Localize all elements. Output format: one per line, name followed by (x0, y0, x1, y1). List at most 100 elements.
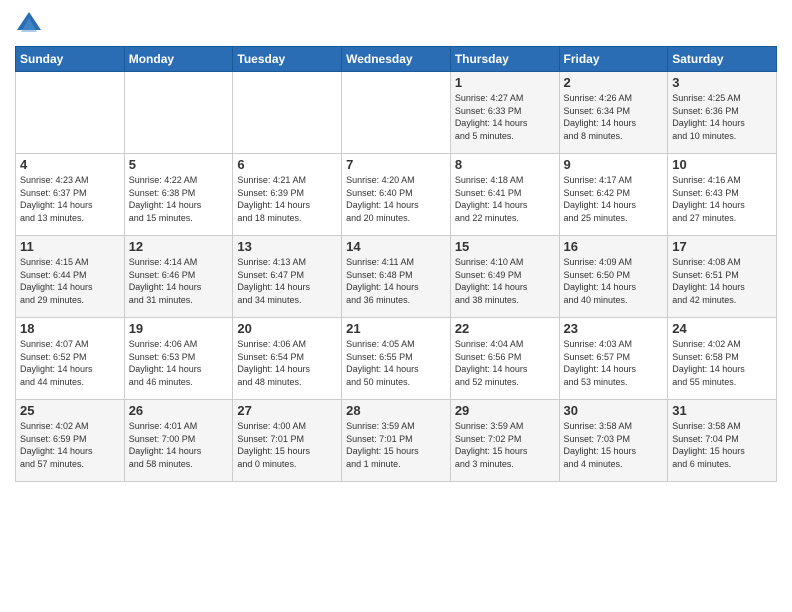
day-cell: 16 Sunrise: 4:09 AM Sunset: 6:50 PM Dayli… (559, 236, 668, 318)
day-number: 10 (672, 157, 772, 172)
day-cell: 13 Sunrise: 4:13 AM Sunset: 6:47 PM Dayli… (233, 236, 342, 318)
day-cell: 3Sunrise: 4:25 AM Sunset: 6:36 PM Daylig… (668, 72, 777, 154)
day-cell: 22Sunrise: 4:04 AM Sunset: 6:56 PM Dayli… (450, 318, 559, 400)
day-info: Sunrise: 4:05 AM Sunset: 6:55 PM Dayligh… (346, 338, 446, 388)
day-cell: 11Sunrise: 4:15 AM Sunset: 6:44 PM Dayli… (16, 236, 125, 318)
day-cell: 2Sunrise: 4:26 AM Sunset: 6:34 PM Daylig… (559, 72, 668, 154)
week-row-5: 25 Sunrise: 4:02 AM Sunset: 6:59 PM Dayli… (16, 400, 777, 482)
day-info: Sunrise: 4:02 AM Sunset: 6:59 PM Dayligh… (20, 420, 120, 470)
day-number: 9 (564, 157, 664, 172)
day-cell: 5 Sunrise: 4:22 AM Sunset: 6:38 PM Daylig… (124, 154, 233, 236)
day-number: 29 (455, 403, 555, 418)
day-info: Sunrise: 4:06 AM Sunset: 6:53 PM Dayligh… (129, 338, 229, 388)
day-number: 12 (129, 239, 229, 254)
weekday-thursday: Thursday (450, 47, 559, 72)
day-info: Sunrise: 4:04 AM Sunset: 6:56 PM Dayligh… (455, 338, 555, 388)
week-row-1: 1 Sunrise: 4:27 AM Sunset: 6:33 PM Daylig… (16, 72, 777, 154)
day-cell (342, 72, 451, 154)
day-info: Sunrise: 4:27 AM Sunset: 6:33 PM Dayligh… (455, 92, 555, 142)
calendar: SundayMondayTuesdayWednesdayThursdayFrid… (15, 46, 777, 482)
day-cell: 8 Sunrise: 4:18 AM Sunset: 6:41 PM Daylig… (450, 154, 559, 236)
day-cell: 12Sunrise: 4:14 AM Sunset: 6:46 PM Dayli… (124, 236, 233, 318)
day-cell: 10 Sunrise: 4:16 AM Sunset: 6:43 PM Dayli… (668, 154, 777, 236)
day-info: Sunrise: 4:25 AM Sunset: 6:36 PM Dayligh… (672, 92, 772, 142)
day-number: 1 (455, 75, 555, 90)
day-number: 16 (564, 239, 664, 254)
day-cell: 28 Sunrise: 3:59 AM Sunset: 7:01 PM Dayli… (342, 400, 451, 482)
day-info: Sunrise: 4:03 AM Sunset: 6:57 PM Dayligh… (564, 338, 664, 388)
weekday-sunday: Sunday (16, 47, 125, 72)
page: SundayMondayTuesdayWednesdayThursdayFrid… (0, 0, 792, 612)
day-cell: 27 Sunrise: 4:00 AM Sunset: 7:01 PM Dayli… (233, 400, 342, 482)
day-cell: 31 Sunrise: 3:58 AM Sunset: 7:04 PM Dayli… (668, 400, 777, 482)
day-number: 11 (20, 239, 120, 254)
day-info: Sunrise: 4:13 AM Sunset: 6:47 PM Dayligh… (237, 256, 337, 306)
day-info: Sunrise: 4:02 AM Sunset: 6:58 PM Dayligh… (672, 338, 772, 388)
day-cell (233, 72, 342, 154)
day-cell: 17 Sunrise: 4:08 AM Sunset: 6:51 PM Dayli… (668, 236, 777, 318)
day-number: 4 (20, 157, 120, 172)
logo (15, 10, 47, 38)
day-cell: 26Sunrise: 4:01 AM Sunset: 7:00 PM Dayli… (124, 400, 233, 482)
day-cell: 23 Sunrise: 4:03 AM Sunset: 6:57 PM Dayli… (559, 318, 668, 400)
day-number: 5 (129, 157, 229, 172)
day-number: 28 (346, 403, 446, 418)
day-info: Sunrise: 3:58 AM Sunset: 7:04 PM Dayligh… (672, 420, 772, 470)
day-number: 25 (20, 403, 120, 418)
day-info: Sunrise: 4:09 AM Sunset: 6:50 PM Dayligh… (564, 256, 664, 306)
day-info: Sunrise: 4:18 AM Sunset: 6:41 PM Dayligh… (455, 174, 555, 224)
day-number: 23 (564, 321, 664, 336)
day-number: 24 (672, 321, 772, 336)
day-cell: 1 Sunrise: 4:27 AM Sunset: 6:33 PM Daylig… (450, 72, 559, 154)
day-info: Sunrise: 4:22 AM Sunset: 6:38 PM Dayligh… (129, 174, 229, 224)
weekday-tuesday: Tuesday (233, 47, 342, 72)
logo-icon (15, 10, 43, 38)
day-number: 30 (564, 403, 664, 418)
day-cell: 24 Sunrise: 4:02 AM Sunset: 6:58 PM Dayli… (668, 318, 777, 400)
day-cell: 18 Sunrise: 4:07 AM Sunset: 6:52 PM Dayli… (16, 318, 125, 400)
day-number: 13 (237, 239, 337, 254)
day-cell: 14Sunrise: 4:11 AM Sunset: 6:48 PM Dayli… (342, 236, 451, 318)
weekday-header-row: SundayMondayTuesdayWednesdayThursdayFrid… (16, 47, 777, 72)
day-info: Sunrise: 3:58 AM Sunset: 7:03 PM Dayligh… (564, 420, 664, 470)
day-info: Sunrise: 4:00 AM Sunset: 7:01 PM Dayligh… (237, 420, 337, 470)
day-number: 15 (455, 239, 555, 254)
day-cell: 15 Sunrise: 4:10 AM Sunset: 6:49 PM Dayli… (450, 236, 559, 318)
day-info: Sunrise: 4:20 AM Sunset: 6:40 PM Dayligh… (346, 174, 446, 224)
day-cell (124, 72, 233, 154)
day-cell: 9 Sunrise: 4:17 AM Sunset: 6:42 PM Daylig… (559, 154, 668, 236)
day-info: Sunrise: 4:07 AM Sunset: 6:52 PM Dayligh… (20, 338, 120, 388)
day-number: 27 (237, 403, 337, 418)
day-info: Sunrise: 4:16 AM Sunset: 6:43 PM Dayligh… (672, 174, 772, 224)
day-number: 31 (672, 403, 772, 418)
day-number: 18 (20, 321, 120, 336)
day-number: 21 (346, 321, 446, 336)
day-number: 8 (455, 157, 555, 172)
day-number: 6 (237, 157, 337, 172)
day-number: 17 (672, 239, 772, 254)
week-row-2: 4Sunrise: 4:23 AM Sunset: 6:37 PM Daylig… (16, 154, 777, 236)
day-info: Sunrise: 4:26 AM Sunset: 6:34 PM Dayligh… (564, 92, 664, 142)
day-info: Sunrise: 4:06 AM Sunset: 6:54 PM Dayligh… (237, 338, 337, 388)
weekday-wednesday: Wednesday (342, 47, 451, 72)
day-info: Sunrise: 4:21 AM Sunset: 6:39 PM Dayligh… (237, 174, 337, 224)
day-cell: 21 Sunrise: 4:05 AM Sunset: 6:55 PM Dayli… (342, 318, 451, 400)
day-cell: 25 Sunrise: 4:02 AM Sunset: 6:59 PM Dayli… (16, 400, 125, 482)
day-info: Sunrise: 4:01 AM Sunset: 7:00 PM Dayligh… (129, 420, 229, 470)
day-number: 14 (346, 239, 446, 254)
day-info: Sunrise: 4:10 AM Sunset: 6:49 PM Dayligh… (455, 256, 555, 306)
day-cell: 29 Sunrise: 3:59 AM Sunset: 7:02 PM Dayli… (450, 400, 559, 482)
week-row-3: 11Sunrise: 4:15 AM Sunset: 6:44 PM Dayli… (16, 236, 777, 318)
day-info: Sunrise: 3:59 AM Sunset: 7:01 PM Dayligh… (346, 420, 446, 470)
day-number: 20 (237, 321, 337, 336)
day-cell: 30 Sunrise: 3:58 AM Sunset: 7:03 PM Dayli… (559, 400, 668, 482)
day-number: 19 (129, 321, 229, 336)
day-info: Sunrise: 3:59 AM Sunset: 7:02 PM Dayligh… (455, 420, 555, 470)
day-cell: 19 Sunrise: 4:06 AM Sunset: 6:53 PM Dayli… (124, 318, 233, 400)
day-cell (16, 72, 125, 154)
day-info: Sunrise: 4:17 AM Sunset: 6:42 PM Dayligh… (564, 174, 664, 224)
day-cell: 6 Sunrise: 4:21 AM Sunset: 6:39 PM Daylig… (233, 154, 342, 236)
header (15, 10, 777, 38)
day-cell: 4Sunrise: 4:23 AM Sunset: 6:37 PM Daylig… (16, 154, 125, 236)
day-info: Sunrise: 4:08 AM Sunset: 6:51 PM Dayligh… (672, 256, 772, 306)
